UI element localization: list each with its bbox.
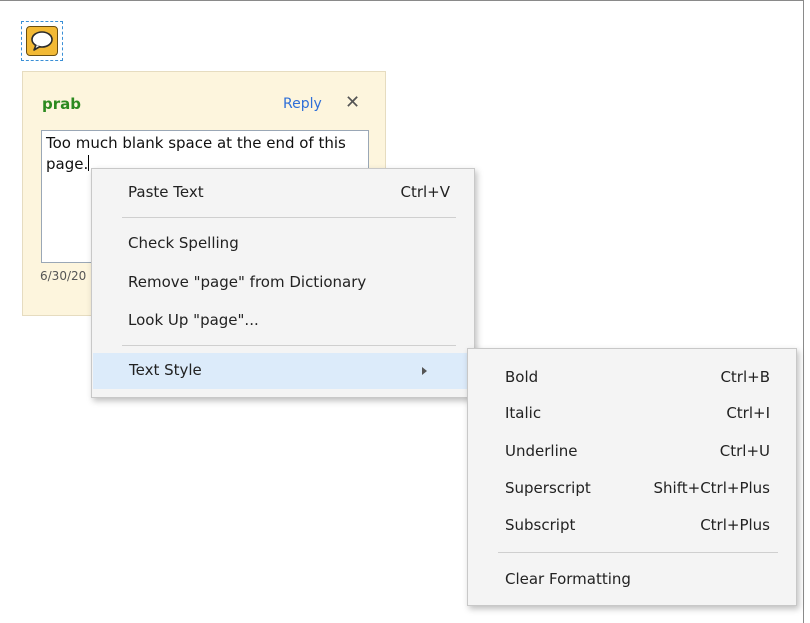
- comment-author: prab: [42, 95, 81, 113]
- menu-item-shortcut: Ctrl+I: [726, 404, 770, 422]
- menu-item-label: Underline: [505, 442, 578, 460]
- menu-separator: [122, 345, 456, 346]
- menu-item-clear-formatting[interactable]: Clear Formatting: [468, 562, 796, 598]
- menu-item-underline[interactable]: Underline Ctrl+U: [468, 434, 796, 470]
- reply-link[interactable]: Reply: [283, 96, 322, 112]
- menu-item-check-spelling[interactable]: Check Spelling: [92, 226, 474, 262]
- annotation-icon-selection[interactable]: [21, 21, 63, 61]
- menu-item-shortcut: Ctrl+U: [719, 442, 770, 460]
- close-icon[interactable]: ✕: [345, 92, 360, 113]
- comment-text-line: Too much blank space at the end of this: [46, 134, 346, 152]
- menu-item-shortcut: Shift+Ctrl+Plus: [653, 479, 770, 497]
- menu-item-shortcut: Ctrl+V: [400, 183, 450, 201]
- menu-item-label: Subscript: [505, 516, 576, 534]
- menu-item-superscript[interactable]: Superscript Shift+Ctrl+Plus: [468, 471, 796, 507]
- menu-item-label: Italic: [505, 404, 542, 422]
- menu-separator: [122, 217, 456, 218]
- menu-item-label: Text Style: [129, 361, 202, 379]
- menu-separator: [498, 552, 778, 553]
- menu-item-shortcut: Ctrl+B: [720, 368, 770, 386]
- menu-item-label: Remove "page" from Dictionary: [128, 273, 367, 291]
- menu-item-label: Look Up "page"...: [128, 311, 259, 329]
- menu-item-label: Clear Formatting: [505, 570, 631, 588]
- menu-item-remove-from-dictionary[interactable]: Remove "page" from Dictionary: [92, 265, 474, 301]
- menu-item-bold[interactable]: Bold Ctrl+B: [468, 360, 796, 396]
- text-caret: [88, 155, 90, 171]
- speech-bubble-icon[interactable]: [26, 26, 58, 56]
- comment-date: 6/30/20: [40, 269, 87, 283]
- menu-item-label: Bold: [505, 368, 539, 386]
- menu-item-label: Check Spelling: [128, 234, 239, 252]
- menu-item-shortcut: Ctrl+Plus: [700, 516, 770, 534]
- chevron-right-icon: [422, 367, 427, 375]
- menu-item-label: Superscript: [505, 479, 591, 497]
- menu-item-text-style[interactable]: Text Style: [93, 353, 473, 389]
- context-menu: Paste Text Ctrl+V Check Spelling Remove …: [91, 168, 475, 398]
- menu-item-subscript[interactable]: Subscript Ctrl+Plus: [468, 508, 796, 544]
- menu-item-label: Paste Text: [128, 183, 204, 201]
- menu-item-look-up[interactable]: Look Up "page"...: [92, 303, 474, 339]
- menu-item-italic[interactable]: Italic Ctrl+I: [468, 396, 796, 432]
- text-style-submenu: Bold Ctrl+B Italic Ctrl+I Underline Ctrl…: [467, 348, 797, 606]
- menu-item-paste-text[interactable]: Paste Text Ctrl+V: [92, 175, 474, 211]
- comment-text-word: page.: [46, 155, 89, 173]
